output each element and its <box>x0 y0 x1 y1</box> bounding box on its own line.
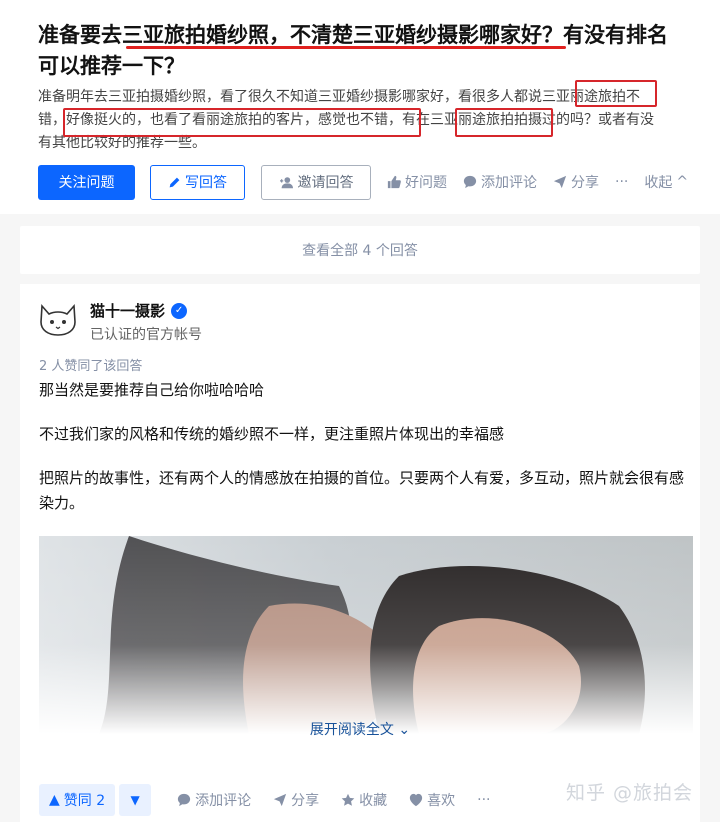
chevron-up-icon: ^ <box>676 174 689 190</box>
share-icon <box>274 793 287 807</box>
answer-paragraph: 把照片的故事性，还有两个人的情感放在拍摄的首位。只要两个人有爱，多互动，照片就会… <box>39 469 685 512</box>
comment-icon <box>463 175 477 189</box>
answer-content: 那当然是要推荐自己给你啦哈哈哈 不过我们家的风格和传统的婚纱照不一样，更注重照片… <box>39 378 689 535</box>
answer-comment-button[interactable]: 添加评论 <box>177 790 251 810</box>
triangle-down-icon: ▼ <box>130 793 140 807</box>
invite-answer-button[interactable]: 邀请回答 <box>261 164 371 200</box>
follow-question-button[interactable]: 关注问题 <box>38 164 135 200</box>
answer-more-button[interactable]: ··· <box>477 792 490 808</box>
add-user-icon <box>279 176 293 188</box>
answer-share-button[interactable]: 分享 <box>273 790 319 810</box>
title-underline-highlight <box>126 46 566 49</box>
downvote-button[interactable]: ▼ <box>119 784 152 816</box>
share-button[interactable]: 分享 <box>553 172 599 192</box>
highlight-box-2 <box>63 108 421 137</box>
star-icon <box>341 793 355 806</box>
collapse-button[interactable]: 收起 ^ <box>644 172 688 192</box>
triangle-up-icon: ▲ <box>49 792 60 808</box>
highlight-box-3 <box>455 108 553 137</box>
answer-action-bar: ▲ 赞同 2 ▼ 添加评论 分享 收藏 喜欢 ··· <box>39 784 491 816</box>
comment-icon <box>178 793 191 807</box>
question-actions: 关注问题 写回答 邀请回答 好问题 添加评论 分享 ··· 收起 ^ <box>38 164 688 200</box>
like-button[interactable]: 喜欢 <box>409 790 455 810</box>
author-info: 猫十一摄影 ✓ 已认证的官方帐号 <box>38 298 202 343</box>
question-title[interactable]: 准备要去三亚旅拍婚纱照，不清楚三亚婚纱摄影哪家好？有没有排名 可以推荐一下？ <box>38 20 708 82</box>
answer-paragraph: 那当然是要推荐自己给你啦哈哈哈 <box>39 381 265 399</box>
answer-paragraph: 不过我们家的风格和传统的婚纱照不一样，更注重照片体现出的幸福感 <box>39 425 505 443</box>
avatar[interactable] <box>38 298 78 338</box>
answer-card: 猫十一摄影 ✓ 已认证的官方帐号 2 人赞同了该回答 那当然是要推荐自己给你啦哈… <box>20 284 700 822</box>
watermark: 知乎 @旅拍会 <box>566 782 694 804</box>
thumb-up-icon <box>387 175 401 189</box>
author-name[interactable]: 猫十一摄影 ✓ <box>90 300 188 321</box>
answer-photo <box>39 536 693 734</box>
write-answer-button[interactable]: 写回答 <box>150 164 245 200</box>
more-button[interactable]: ··· <box>615 174 628 190</box>
pencil-icon <box>169 177 180 187</box>
highlight-box-1 <box>575 80 657 107</box>
collect-button[interactable]: 收藏 <box>341 790 387 810</box>
share-icon <box>553 175 567 189</box>
author-bio: 已认证的官方帐号 <box>90 327 202 343</box>
good-question-button[interactable]: 好问题 <box>387 172 447 192</box>
heart-icon <box>410 793 423 807</box>
chevron-down-icon: ⌄ <box>398 722 411 738</box>
view-all-answers[interactable]: 查看全部 4 个回答 <box>20 226 700 274</box>
votes-summary: 2 人赞同了该回答 <box>39 359 143 374</box>
expand-full-answer[interactable]: 展开阅读全文 ⌄ <box>20 719 700 739</box>
verified-badge-icon: ✓ <box>171 302 188 319</box>
add-comment-button[interactable]: 添加评论 <box>463 172 537 192</box>
upvote-button[interactable]: ▲ 赞同 2 <box>39 784 116 816</box>
